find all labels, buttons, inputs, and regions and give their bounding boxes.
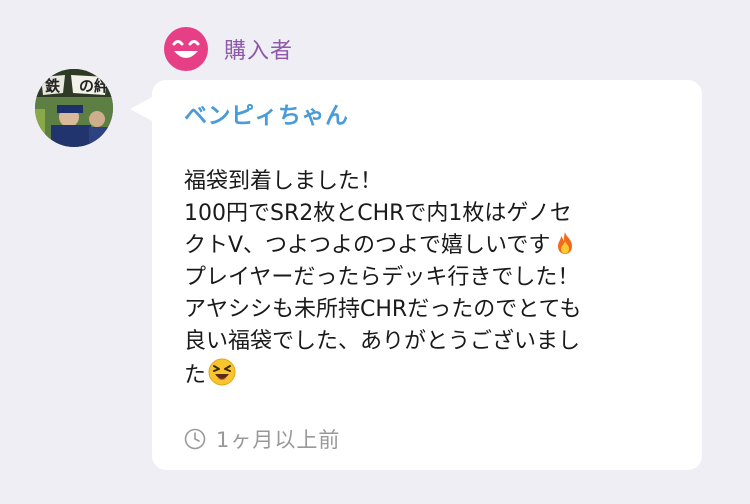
message-line: プレイヤーだったらデッキ行きでした！ bbox=[184, 265, 580, 290]
review-bubble: ベンピィちゃん 福袋到着しました！ 100円でSR2枚とCHRで内1枚はゲノセ … bbox=[152, 80, 702, 470]
svg-text:鉄: 鉄 bbox=[45, 77, 60, 95]
svg-text:の絆: の絆 bbox=[79, 77, 109, 95]
message-line-text: クトV、つよつよのつよで嬉しいです bbox=[184, 233, 551, 258]
laughing-face-emoji bbox=[208, 358, 236, 396]
buyer-label: 購入者 bbox=[224, 39, 294, 64]
fire-emoji bbox=[552, 230, 578, 266]
seller-name[interactable]: ベンピィちゃん bbox=[184, 96, 349, 130]
message-line: 福袋到着しました！ bbox=[184, 169, 383, 194]
message-line: クトV、つよつよのつよで嬉しいです bbox=[184, 230, 684, 262]
message-line-text: た bbox=[184, 363, 207, 388]
bubble-tail bbox=[130, 96, 154, 122]
timestamp-label: 1ヶ月以上前 bbox=[216, 428, 341, 452]
clock-icon bbox=[184, 428, 206, 450]
message-line: た bbox=[184, 358, 684, 390]
review-message: 福袋到着しました！ 100円でSR2枚とCHRで内1枚はゲノセ クトV、つよつよ… bbox=[184, 166, 684, 390]
user-avatar[interactable]: 鉄 の絆 bbox=[35, 69, 113, 147]
timestamp: 1ヶ月以上前 bbox=[184, 424, 340, 454]
message-line: アヤシシも未所持CHRだったのでとても bbox=[184, 297, 582, 322]
smiling-face-icon bbox=[164, 27, 208, 71]
message-line: 良い福袋でした、ありがとうございまし bbox=[184, 329, 581, 354]
message-line: 100円でSR2枚とCHRで内1枚はゲノセ bbox=[184, 201, 572, 226]
buyer-badge: 購入者 bbox=[164, 27, 294, 71]
